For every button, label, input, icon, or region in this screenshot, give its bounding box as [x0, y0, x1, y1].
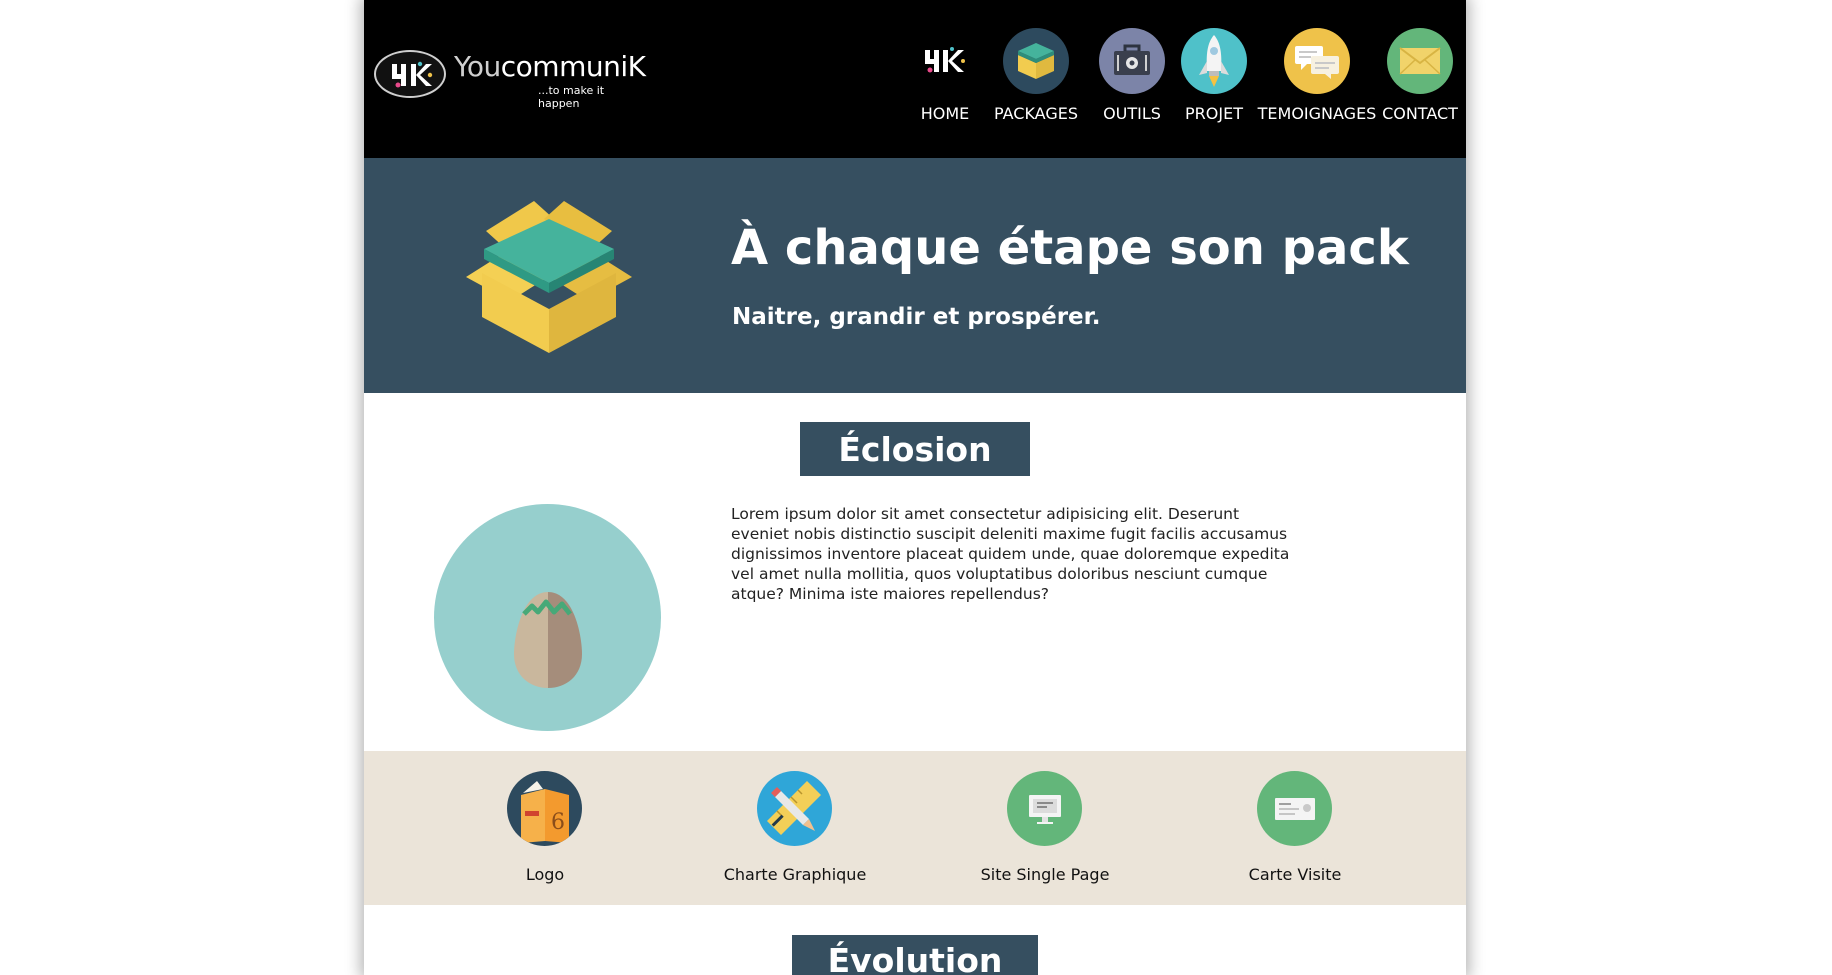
yk-logo-icon: [925, 47, 965, 73]
chat-bubbles-icon: [1295, 46, 1339, 79]
nav-projet-label: PROJET: [1185, 104, 1243, 123]
nav-outils[interactable]: OUTILS: [1090, 28, 1174, 128]
nav-packages[interactable]: PACKAGES: [986, 28, 1086, 128]
nav-home[interactable]: HOME: [912, 28, 978, 128]
nav-contact-label: CONTACT: [1382, 104, 1458, 123]
nav-temoignages-label: TEMOIGNAGES: [1257, 104, 1377, 123]
yk-logo-icon: [374, 50, 446, 98]
nav-packages-circle: [1003, 28, 1069, 94]
section-title-eclosion: Éclosion: [800, 422, 1030, 476]
section-title-evolution: Évolution: [792, 935, 1038, 975]
feature-carte-visite[interactable]: Carte Visite: [1195, 771, 1395, 891]
egg-circle: [434, 504, 661, 731]
nav-temoignages[interactable]: TEMOIGNAGES: [1254, 28, 1380, 128]
nav-contact[interactable]: CONTACT: [1378, 28, 1462, 128]
page: YoucommuniK ...to make it happen HOME PA…: [364, 0, 1466, 975]
nav-temoignages-circle: [1284, 28, 1350, 94]
monitor-icon: [1007, 771, 1082, 846]
nav-home-circle: [912, 28, 978, 94]
toolbox-icon: [1114, 44, 1150, 75]
site-logo[interactable]: YoucommuniK ...to make it happen: [374, 48, 646, 110]
feature-site-single-page-label: Site Single Page: [980, 865, 1110, 884]
feature-site-single-page[interactable]: Site Single Page: [945, 771, 1145, 891]
box-icon: [1018, 43, 1054, 79]
features-strip: 6 Logo Charte Graphique Site Single Page…: [364, 751, 1466, 905]
feature-charte-graphique-label: Charte Graphique: [723, 865, 867, 884]
brand-name: YoucommuniK: [454, 50, 646, 83]
feature-carte-visite-label: Carte Visite: [1248, 865, 1342, 884]
nav-projet[interactable]: PROJET: [1174, 28, 1254, 128]
hero-title: À chaque étape son pack: [731, 220, 1409, 276]
site-header: YoucommuniK ...to make it happen HOME PA…: [364, 0, 1466, 158]
nav-home-label: HOME: [920, 104, 970, 123]
book-icon: 6: [507, 771, 582, 846]
nav-outils-label: OUTILS: [1103, 104, 1161, 123]
nav-contact-circle: [1387, 28, 1453, 94]
feature-logo[interactable]: 6 Logo: [445, 771, 645, 891]
eclosion-description: Lorem ipsum dolor sit amet consectetur a…: [731, 505, 1290, 603]
open-box-icon: [466, 201, 632, 353]
hero-banner: À chaque étape son pack Naitre, grandir …: [364, 158, 1466, 393]
nav-outils-circle: [1099, 28, 1165, 94]
business-card-icon: [1257, 771, 1332, 846]
ruler-pencil-icon: [757, 771, 832, 846]
nav-projet-circle: [1181, 28, 1247, 94]
rocket-icon: [1199, 35, 1229, 87]
hero-subtitle: Naitre, grandir et prospérer.: [732, 304, 1101, 330]
feature-charte-graphique[interactable]: Charte Graphique: [695, 771, 895, 891]
svg-text:6: 6: [551, 810, 565, 835]
nav-packages-label: PACKAGES: [994, 104, 1078, 123]
hatching-egg-icon: [514, 592, 582, 688]
envelope-icon: [1399, 47, 1441, 75]
brand-tagline: ...to make it happen: [538, 84, 605, 110]
feature-logo-label: Logo: [525, 865, 565, 884]
